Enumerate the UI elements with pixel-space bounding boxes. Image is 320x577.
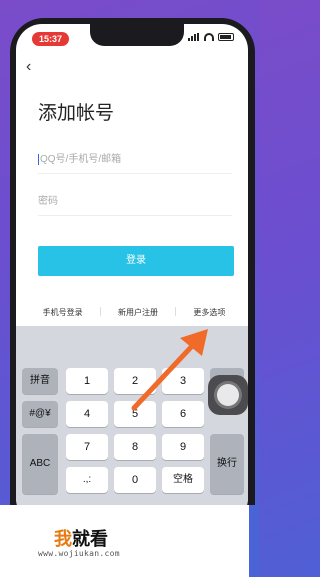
divider: [99, 307, 101, 316]
watermark-logo-text: 就看: [72, 529, 108, 549]
watermark-url: www.wojiukan.com: [38, 549, 120, 558]
login-button[interactable]: 登录: [38, 246, 234, 276]
status-time: 15:37: [32, 32, 70, 46]
register-link[interactable]: 新用户注册: [118, 307, 158, 318]
key-pinyin[interactable]: 拼音: [22, 368, 58, 394]
battery-icon: [218, 33, 234, 41]
key-7[interactable]: 7: [66, 434, 108, 460]
back-button[interactable]: ‹: [26, 58, 31, 76]
account-input[interactable]: QQ号/手机号/邮箱: [38, 150, 232, 174]
password-input[interactable]: 密码: [38, 192, 232, 216]
background-edge: [249, 505, 259, 577]
page-title: 添加帐号: [38, 103, 115, 124]
divider: [175, 307, 177, 316]
login-options: 手机号登录 新用户注册 更多选项: [34, 307, 234, 318]
wifi-icon: [204, 33, 214, 41]
phone-login-link[interactable]: 手机号登录: [43, 307, 83, 318]
notch: [90, 24, 184, 46]
key-1[interactable]: 1: [66, 368, 108, 394]
account-placeholder: QQ号/手机号/邮箱: [40, 154, 122, 165]
key-4[interactable]: 4: [66, 401, 108, 427]
key-space[interactable]: 空格: [162, 467, 204, 493]
app-screen: 15:37 ‹ 添加帐号 QQ号/手机号/邮箱 密码 登录 手机号登录 新用户注…: [16, 24, 248, 524]
signal-icon: [188, 33, 200, 41]
key-enter[interactable]: 换行: [210, 434, 244, 494]
text-cursor: [38, 153, 39, 165]
more-options-link[interactable]: 更多选项: [193, 307, 225, 318]
status-icons: [188, 33, 234, 41]
key-symbols[interactable]: #@¥: [22, 401, 58, 427]
annotation-arrow: [131, 329, 208, 411]
watermark-banner: 我就看 www.wojiukan.com: [0, 505, 259, 577]
key-8[interactable]: 8: [114, 434, 156, 460]
key-9[interactable]: 9: [162, 434, 204, 460]
key-punctuation[interactable]: .,:: [66, 467, 108, 493]
password-placeholder: 密码: [38, 196, 58, 207]
key-abc[interactable]: ABC: [22, 434, 58, 494]
assistive-touch-button[interactable]: [208, 375, 248, 415]
watermark-logo-mark: 我: [54, 529, 72, 549]
watermark-logo: 我就看: [54, 525, 108, 551]
key-0[interactable]: 0: [114, 467, 156, 493]
